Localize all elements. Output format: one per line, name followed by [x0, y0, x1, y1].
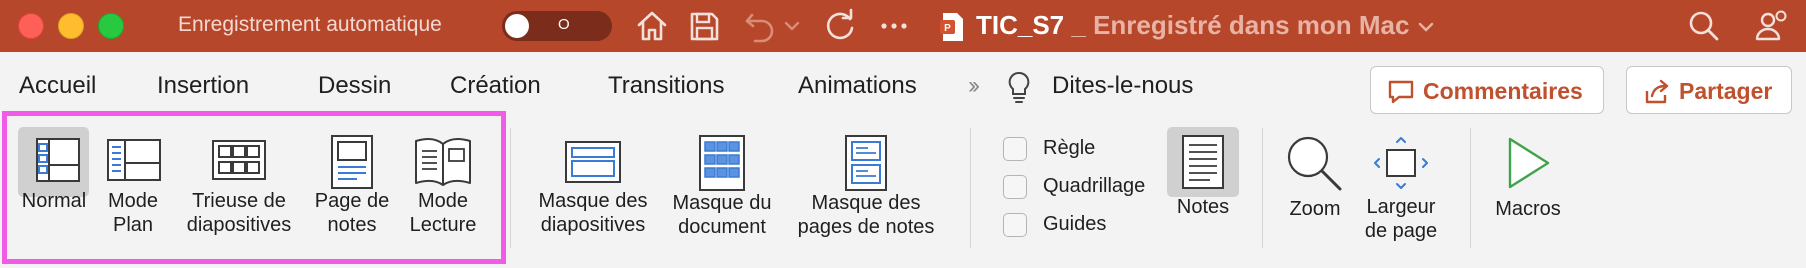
comments-label: Commentaires: [1423, 78, 1583, 104]
fit-label-1: Largeur: [1366, 196, 1436, 218]
search-icon[interactable]: [1686, 8, 1722, 44]
slide-master-label-2: diapositives: [540, 214, 646, 236]
slide-master-icon: [565, 141, 621, 183]
autosave-toggle[interactable]: O: [502, 11, 612, 41]
minimize-window-button[interactable]: [58, 13, 84, 39]
macros-button[interactable]: Macros: [1488, 135, 1568, 221]
notes-icon: [1182, 135, 1224, 189]
ruler-label: Règle: [1043, 137, 1096, 159]
more-icon[interactable]: [876, 8, 912, 44]
notes-master-icon: [845, 135, 887, 191]
more-tabs-chevron-icon[interactable]: ››: [968, 72, 980, 100]
document-title[interactable]: TIC_S7 _ Enregistré dans mon Mac: [976, 10, 1435, 41]
autosave-state: O: [558, 16, 570, 33]
comments-button[interactable]: Commentaires: [1370, 66, 1604, 114]
tab-dessin[interactable]: Dessin: [318, 72, 391, 100]
gridlines-checkbox[interactable]: [1003, 175, 1027, 199]
play-macro-icon: [1508, 137, 1550, 189]
close-window-button[interactable]: [18, 13, 44, 39]
notes-master-label-2: pages de notes: [797, 216, 935, 238]
toggle-knob: [505, 14, 529, 38]
tell-me-search[interactable]: Dites-le-nous: [1052, 72, 1193, 100]
share-people-icon[interactable]: [1754, 8, 1790, 44]
comment-icon: [1388, 80, 1414, 104]
ribbon-separator: [1262, 128, 1263, 248]
handout-master-label-2: document: [678, 216, 766, 238]
undo-dropdown-icon[interactable]: [782, 8, 802, 44]
handout-master-button[interactable]: Masque du document: [664, 135, 780, 239]
share-icon: [1645, 79, 1669, 104]
tab-accueil[interactable]: Accueil: [19, 72, 96, 100]
notes-toggle-button[interactable]: Notes: [1163, 135, 1243, 219]
chevron-down-icon: [1418, 22, 1433, 32]
home-icon[interactable]: [634, 8, 670, 44]
document-save-status: _ Enregistré dans mon Mac: [1064, 10, 1410, 40]
notes-master-label-1: Masque des: [811, 192, 921, 214]
lightbulb-icon: [1008, 71, 1030, 103]
slide-master-button[interactable]: Masque des diapositives: [530, 135, 656, 237]
ribbon-separator: [510, 128, 511, 248]
powerpoint-file-icon: P: [940, 13, 963, 41]
presentation-views-highlight: [2, 111, 506, 264]
document-name: TIC_S7: [976, 10, 1065, 40]
handout-master-icon: [699, 135, 745, 191]
handout-master-label-1: Masque du: [672, 192, 772, 214]
guides-label: Guides: [1043, 213, 1107, 235]
zoom-label: Zoom: [1289, 198, 1341, 220]
zoom-window-button[interactable]: [98, 13, 124, 39]
fit-to-window-button[interactable]: Largeur de page: [1354, 135, 1448, 243]
gridlines-label: Quadrillage: [1043, 175, 1146, 197]
zoom-button[interactable]: Zoom: [1278, 135, 1352, 221]
notes-master-button[interactable]: Masque des pages de notes: [796, 135, 936, 239]
tab-animations[interactable]: Animations: [798, 72, 917, 100]
guides-checkbox[interactable]: [1003, 213, 1027, 237]
save-icon[interactable]: [686, 8, 722, 44]
ribbon-separator: [970, 128, 971, 248]
undo-icon[interactable]: [742, 8, 778, 44]
tab-creation[interactable]: Création: [450, 72, 541, 100]
share-label: Partager: [1679, 78, 1773, 104]
ruler-checkbox[interactable]: [1003, 137, 1027, 161]
slide-master-label-1: Masque des: [538, 190, 648, 212]
zoom-magnifier-icon: [1287, 136, 1342, 191]
tab-insertion[interactable]: Insertion: [157, 72, 249, 100]
svg-text:P: P: [944, 23, 951, 34]
fit-to-window-icon: [1374, 137, 1428, 189]
fit-label-2: de page: [1364, 220, 1438, 242]
title-bar: Enregistrement automatique O P TIC_S7 _ …: [0, 0, 1806, 52]
notes-label: Notes: [1176, 196, 1230, 218]
share-button[interactable]: Partager: [1626, 66, 1792, 114]
macros-label: Macros: [1495, 198, 1561, 220]
ribbon-separator: [1470, 128, 1471, 248]
redo-icon[interactable]: [822, 8, 858, 44]
tab-transitions[interactable]: Transitions: [608, 72, 724, 100]
autosave-label: Enregistrement automatique: [178, 13, 442, 36]
